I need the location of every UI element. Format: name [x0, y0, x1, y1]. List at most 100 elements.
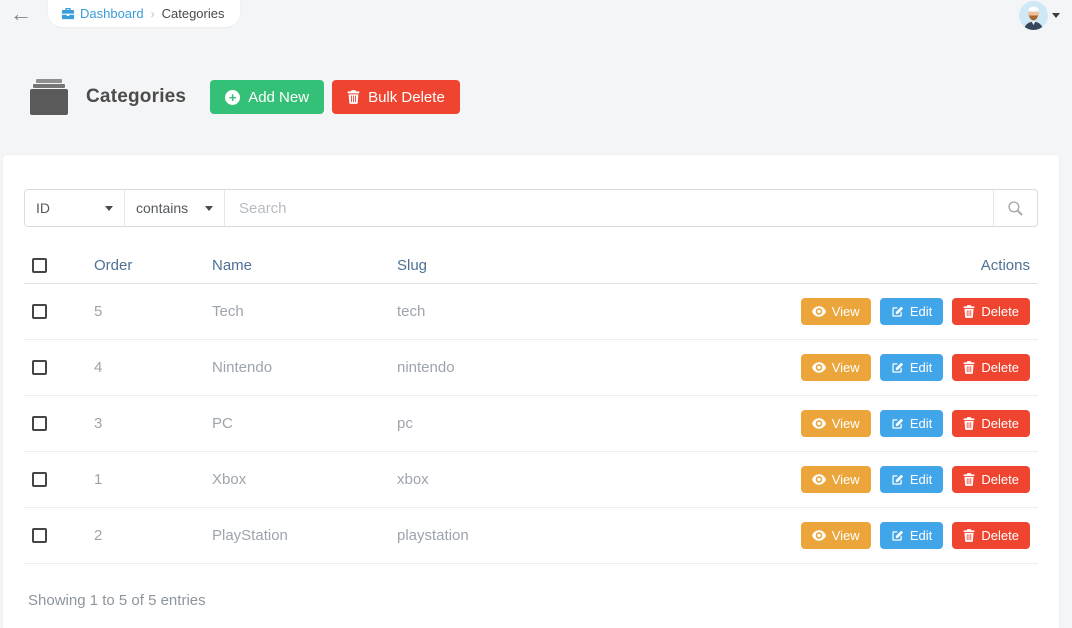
edit-label: Edit [909, 528, 933, 543]
edit-icon [891, 417, 904, 430]
filter-bar: ID contains [24, 189, 1038, 227]
view-button[interactable]: View [800, 410, 871, 437]
row-checkbox[interactable] [32, 472, 47, 487]
chevron-down-icon [205, 205, 213, 211]
search-input[interactable] [225, 190, 993, 226]
edit-icon [891, 529, 904, 542]
cell-slug: xbox [389, 451, 788, 508]
delete-button[interactable]: Delete [952, 354, 1030, 381]
cell-order: 2 [86, 507, 204, 564]
delete-label: Delete [981, 416, 1019, 431]
delete-button[interactable]: Delete [952, 466, 1030, 493]
cell-order: 5 [86, 283, 204, 340]
eye-icon [811, 418, 826, 429]
trash-icon [963, 417, 975, 430]
back-arrow-icon[interactable]: ← [10, 2, 32, 24]
bulk-delete-label: Bulk Delete [368, 88, 445, 106]
page: ← Dashboard › Categories Categories + Ad… [0, 0, 1072, 628]
delete-button[interactable]: Delete [952, 522, 1030, 549]
delete-label: Delete [981, 528, 1019, 543]
view-button[interactable]: View [800, 298, 871, 325]
breadcrumb-dashboard-label: Dashboard [80, 6, 144, 21]
edit-label: Edit [909, 416, 933, 431]
breadcrumb-current: Categories [161, 6, 225, 21]
page-header: Categories + Add New Bulk Delete [30, 79, 1072, 115]
add-new-button[interactable]: + Add New [210, 80, 325, 114]
briefcase-icon [61, 7, 75, 20]
edit-label: Edit [909, 360, 933, 375]
bulk-delete-button[interactable]: Bulk Delete [332, 80, 460, 114]
view-label: View [831, 472, 860, 487]
cell-name: PC [204, 395, 389, 452]
breadcrumb-separator: › [150, 6, 155, 21]
delete-label: Delete [981, 360, 1019, 375]
filter-operator-select[interactable]: contains [125, 190, 225, 226]
categories-icon [30, 79, 68, 115]
view-label: View [831, 360, 860, 375]
row-checkbox[interactable] [32, 416, 47, 431]
plus-circle-icon: + [225, 89, 241, 105]
user-menu[interactable] [1019, 1, 1060, 30]
delete-button[interactable]: Delete [952, 298, 1030, 325]
filter-field-value: ID [36, 200, 50, 216]
trash-icon [963, 473, 975, 486]
table-row: 4 Nintendo nintendo View Edit Delete [24, 339, 1038, 396]
eye-icon [811, 306, 826, 317]
cell-slug: nintendo [389, 339, 788, 396]
cell-order: 1 [86, 451, 204, 508]
select-all-checkbox[interactable] [32, 258, 47, 273]
column-header-slug[interactable]: Slug [389, 250, 788, 284]
edit-icon [891, 361, 904, 374]
edit-button[interactable]: Edit [879, 522, 944, 549]
topbar: ← Dashboard › Categories [0, 0, 1072, 30]
eye-icon [811, 530, 826, 541]
column-header-actions: Actions [787, 250, 1038, 284]
row-checkbox[interactable] [32, 528, 47, 543]
trash-icon [347, 90, 360, 104]
cell-order: 3 [86, 395, 204, 452]
cell-order: 4 [86, 339, 204, 396]
page-title: Categories [86, 86, 187, 107]
edit-button[interactable]: Edit [879, 410, 944, 437]
avatar [1019, 1, 1048, 30]
eye-icon [811, 474, 826, 485]
edit-button[interactable]: Edit [879, 466, 944, 493]
column-header-name[interactable]: Name [204, 250, 389, 284]
delete-label: Delete [981, 472, 1019, 487]
table-row: 1 Xbox xbox View Edit Delete [24, 451, 1038, 508]
search-button[interactable] [993, 190, 1037, 226]
view-button[interactable]: View [800, 354, 871, 381]
table-header-row: Order Name Slug Actions [24, 250, 1038, 284]
trash-icon [963, 305, 975, 318]
cell-name: Nintendo [204, 339, 389, 396]
cell-name: PlayStation [204, 507, 389, 564]
cell-name: Xbox [204, 451, 389, 508]
entries-summary: Showing 1 to 5 of 5 entries [28, 592, 206, 609]
edit-button[interactable]: Edit [879, 354, 944, 381]
delete-button[interactable]: Delete [952, 410, 1030, 437]
view-label: View [831, 304, 860, 319]
edit-icon [891, 473, 904, 486]
filter-field-select[interactable]: ID [25, 190, 125, 226]
edit-button[interactable]: Edit [879, 298, 944, 325]
chevron-down-icon [105, 205, 113, 211]
search-icon [1006, 199, 1025, 218]
row-checkbox[interactable] [32, 304, 47, 319]
breadcrumb-dashboard-link[interactable]: Dashboard [61, 6, 144, 21]
table-row: 5 Tech tech View Edit Delete [24, 283, 1038, 340]
cell-slug: playstation [389, 507, 788, 564]
table-row: 3 PC pc View Edit Delete [24, 395, 1038, 452]
edit-label: Edit [909, 304, 933, 319]
row-checkbox[interactable] [32, 360, 47, 375]
cell-name: Tech [204, 283, 389, 340]
column-header-order[interactable]: Order [86, 250, 204, 284]
cell-slug: tech [389, 283, 788, 340]
filter-operator-value: contains [136, 200, 189, 216]
view-button[interactable]: View [800, 466, 871, 493]
view-button[interactable]: View [800, 522, 871, 549]
eye-icon [811, 362, 826, 373]
trash-icon [963, 361, 975, 374]
trash-icon [963, 529, 975, 542]
view-label: View [831, 528, 860, 543]
cell-slug: pc [389, 395, 788, 452]
